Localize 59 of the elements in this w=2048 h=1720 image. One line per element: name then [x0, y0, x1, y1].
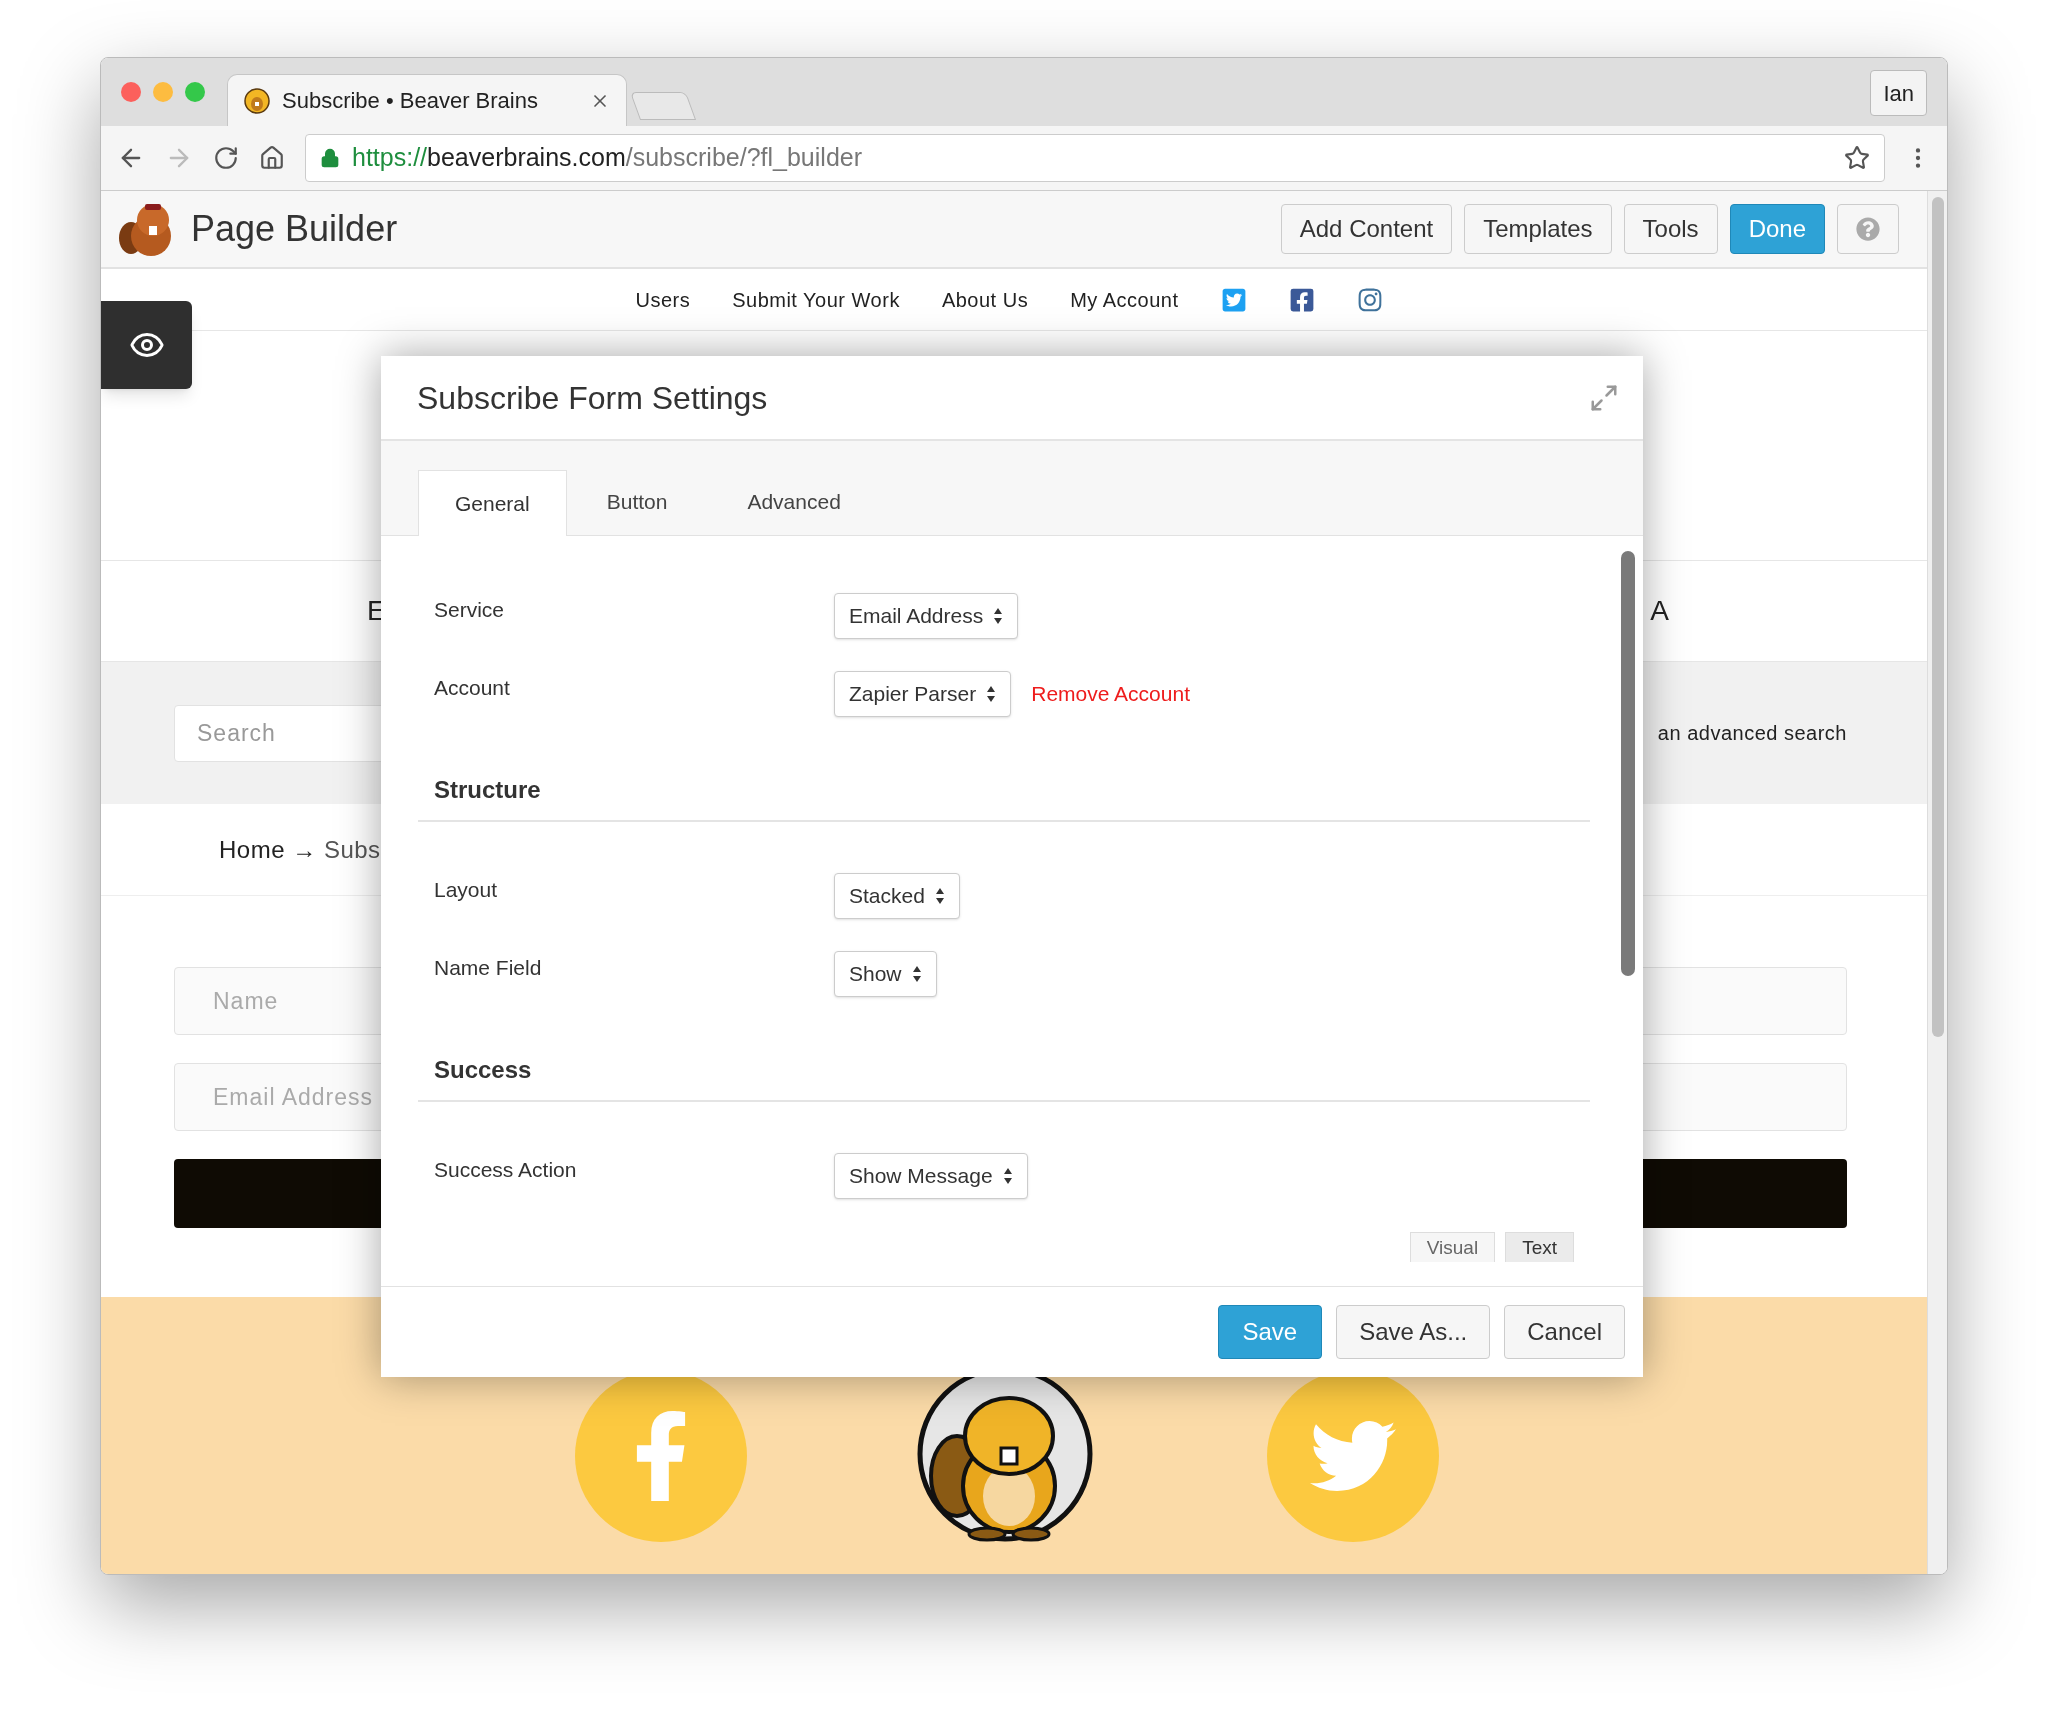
bookmark-star-icon[interactable] [1844, 145, 1870, 171]
lock-icon [320, 148, 340, 168]
editor-tab[interactable]: Text [1505, 1232, 1574, 1262]
dropdown[interactable]: Zapier Parser [834, 671, 1012, 717]
settings-tab[interactable]: Advanced [707, 469, 881, 535]
browser-tab[interactable]: Subscribe • Beaver Brains [227, 74, 627, 126]
expand-icon[interactable] [1589, 382, 1619, 413]
editor-tab[interactable]: Visual [1409, 1232, 1496, 1262]
field-label: Account [434, 675, 511, 702]
section-heading: Success [434, 1055, 532, 1085]
toolbar-button[interactable]: Add Content [1280, 204, 1453, 254]
select-caret-icon [1002, 1167, 1013, 1185]
dropdown[interactable]: Show [834, 951, 937, 997]
dialog-button[interactable]: Cancel [1504, 1305, 1625, 1359]
nav-link[interactable]: About Us [941, 284, 1029, 315]
tab-title: Subscribe • Beaver Brains [282, 87, 539, 115]
settings-tab[interactable]: Button [566, 469, 708, 535]
section-heading: Structure [434, 775, 541, 805]
dropdown[interactable]: Show Message [834, 1153, 1028, 1199]
new-tab-button[interactable] [629, 92, 697, 120]
nav-link[interactable]: Users [635, 284, 691, 315]
page-scrollbar-thumb[interactable] [1931, 197, 1944, 1037]
help-icon [1856, 217, 1880, 241]
select-caret-icon [993, 607, 1004, 625]
facebook-icon[interactable] [1288, 286, 1315, 313]
profile-button[interactable]: Ian [1870, 70, 1927, 116]
address-field[interactable]: https://beaverbrains.com/subscribe/?fl_builder [305, 134, 1885, 182]
twitter-icon[interactable] [1220, 286, 1247, 313]
settings-tab[interactable]: General [418, 470, 567, 536]
nav-link[interactable]: Submit Your Work [732, 284, 900, 315]
close-window-icon[interactable] [121, 82, 141, 102]
nav-link[interactable]: My Account [1070, 284, 1179, 315]
toolbar-button[interactable]: Templates [1464, 204, 1612, 254]
preview-toggle[interactable] [101, 301, 192, 389]
zoom-window-icon[interactable] [185, 82, 205, 102]
select-caret-icon [934, 887, 945, 905]
field-label: Service [434, 597, 506, 624]
dialog-title: Subscribe Form Settings [417, 378, 769, 418]
scrollbar-thumb[interactable] [1621, 551, 1635, 976]
reload-icon[interactable] [213, 145, 239, 171]
field-label: Layout [434, 877, 499, 904]
instagram-icon[interactable] [1356, 286, 1383, 313]
remove-account-link[interactable]: Remove Account [1031, 678, 1190, 710]
dropdown[interactable]: Email Address [834, 593, 1019, 639]
heading-text: A [1650, 594, 1669, 628]
dialog-button[interactable]: Save As... [1336, 1305, 1491, 1359]
help-button[interactable] [1837, 204, 1899, 254]
select-caret-icon [986, 685, 997, 703]
dropdown[interactable]: Stacked [834, 873, 960, 919]
breadcrumb: Home → Subs [219, 834, 381, 865]
builder-title: Page Builder [191, 207, 398, 251]
url-text: https://beaverbrains.com/subscribe/?fl_builder [352, 142, 863, 174]
field-label: Success Action [434, 1157, 578, 1184]
toolbar-button[interactable]: Tools [1623, 204, 1718, 254]
field-label: Name Field [434, 955, 543, 982]
select-caret-icon [911, 965, 922, 983]
home-icon[interactable] [259, 145, 285, 171]
search-note: an advanced search [1657, 721, 1847, 746]
beaver-favicon-icon [244, 87, 270, 114]
